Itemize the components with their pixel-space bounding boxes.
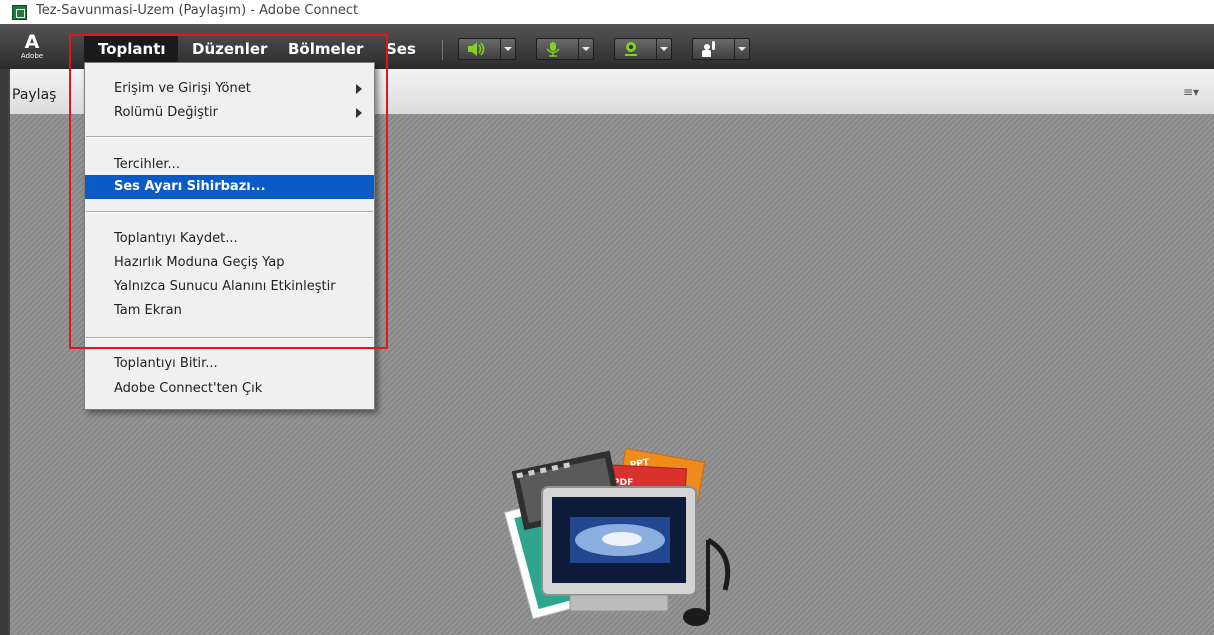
webcam-dropdown-arrow[interactable]: [656, 39, 671, 59]
raise-hand-button[interactable]: [692, 38, 750, 60]
share-pod-title: Paylaş: [12, 87, 57, 103]
menubar-divider: [442, 40, 443, 60]
menu-item-label: Toplantıyı Bitir...: [114, 356, 218, 371]
window-title: Tez-Savunmasi-Uzem (Paylaşım) - Adobe Co…: [36, 3, 359, 18]
adobe-connect-app-icon: [12, 5, 27, 20]
speaker-icon: [468, 42, 485, 56]
microphone-button[interactable]: [536, 38, 594, 60]
speaker-button[interactable]: [458, 38, 516, 60]
raise-hand-dropdown-arrow[interactable]: [734, 39, 749, 59]
webcam-button[interactable]: [614, 38, 672, 60]
share-content-icon: PPT PDF: [503, 447, 731, 626]
raise-hand-icon: [702, 41, 715, 57]
microphone-icon: [546, 42, 560, 57]
window-left-frame: [0, 24, 8, 635]
window-title-bar: Tez-Savunmasi-Uzem (Paylaşım) - Adobe Co…: [0, 0, 1214, 24]
webcam-icon: [625, 42, 637, 56]
menu-item-adobe-connect-cik[interactable]: Adobe Connect'ten Çık: [85, 377, 374, 401]
adobe-logo: A Adobe: [18, 33, 46, 65]
speaker-dropdown-arrow[interactable]: [500, 39, 515, 59]
menu-item-toplantiyi-bitir[interactable]: Toplantıyı Bitir...: [85, 352, 374, 376]
adobe-logo-text: Adobe: [20, 52, 44, 60]
menu-item-label: Adobe Connect'ten Çık: [114, 381, 263, 396]
pod-options-menu-icon[interactable]: ≡▾: [1183, 85, 1199, 99]
microphone-dropdown-arrow[interactable]: [578, 39, 593, 59]
annotation-highlight-box: [69, 34, 388, 349]
adobe-logo-glyph: A: [24, 31, 40, 53]
